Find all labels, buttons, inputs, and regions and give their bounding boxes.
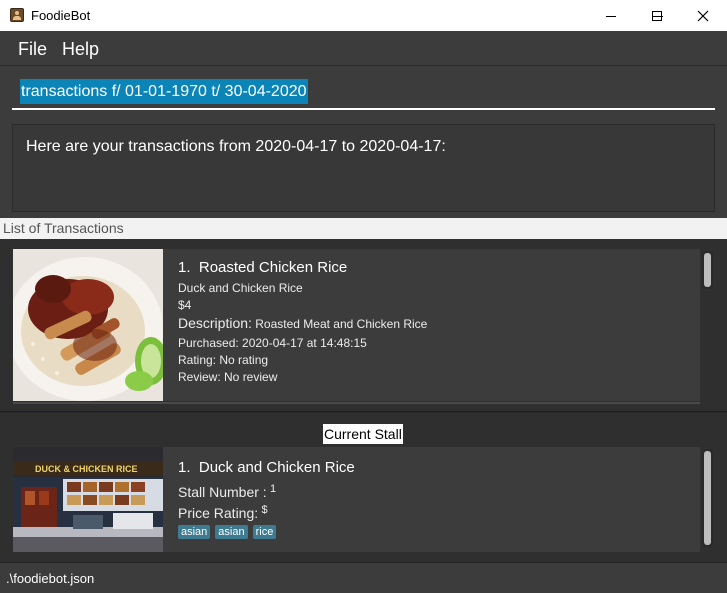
- price-rating-value: $: [261, 504, 268, 516]
- stall-scrollbar[interactable]: [702, 449, 713, 547]
- stall-card[interactable]: DUCK & CHICKEN RICE 1. Duck and Chicken …: [13, 447, 700, 552]
- svg-text:DUCK & CHICKEN RICE: DUCK & CHICKEN RICE: [35, 464, 138, 474]
- transaction-description: Description: Roasted Meat and Chicken Ri…: [178, 315, 427, 331]
- transaction-price: $4: [178, 298, 192, 312]
- stall-number-value: 1: [270, 483, 277, 495]
- window-title: FoodieBot: [31, 8, 91, 23]
- stall-name-text: Duck and Chicken Rice: [198, 459, 355, 476]
- data-file-path: .\foodiebot.json: [6, 571, 95, 586]
- app-icon: [10, 8, 24, 22]
- tag: asian: [178, 525, 211, 539]
- transaction-stall: Duck and Chicken Rice: [178, 281, 303, 295]
- menu-bar: File Help: [0, 31, 727, 66]
- stall-scroll-thumb[interactable]: [704, 451, 711, 545]
- stall-photo: DUCK & CHICKEN RICE: [13, 447, 163, 552]
- stall-name: 1. Duck and Chicken Rice: [178, 459, 355, 476]
- minimize-icon: [606, 15, 616, 17]
- maximize-icon: [652, 10, 662, 21]
- current-stall-pane: Current Stall DUCK & CHICKEN RICE 1. Duc…: [0, 413, 727, 562]
- transaction-scroll-thumb[interactable]: [704, 253, 711, 287]
- transaction-name: 1. Roasted Chicken Rice: [178, 259, 347, 276]
- result-text: Here are your transactions from 2020-04-…: [26, 138, 446, 155]
- tag: rice: [252, 525, 277, 539]
- current-stall-header: Current Stall: [323, 424, 403, 444]
- description-value: Roasted Meat and Chicken Rice: [255, 317, 428, 331]
- close-button[interactable]: [680, 0, 726, 31]
- minimize-button-area[interactable]: [588, 0, 634, 31]
- food-photo: [13, 249, 163, 401]
- price-rating-label: Price Rating:: [178, 505, 259, 521]
- transaction-scrollbar[interactable]: [702, 251, 713, 289]
- command-text-selected[interactable]: transactions f/ 01-01-1970 t/ 30-04-2020: [20, 79, 308, 104]
- transaction-review: Review: No review: [178, 370, 278, 384]
- tag: asian: [215, 525, 248, 539]
- price-rating: Price Rating: $: [178, 504, 268, 521]
- command-pane: transactions f/ 01-01-1970 t/ 30-04-2020: [0, 66, 727, 118]
- stall-index: 1.: [178, 459, 191, 476]
- horizontal-divider: [13, 402, 700, 404]
- stall-number: Stall Number : 1: [178, 483, 276, 500]
- transaction-index: 1.: [178, 259, 191, 276]
- menu-help[interactable]: Help: [62, 39, 99, 60]
- transaction-food-name: Roasted Chicken Rice: [198, 259, 348, 276]
- result-display[interactable]: Here are your transactions from 2020-04-…: [12, 124, 715, 212]
- command-input[interactable]: transactions f/ 01-01-1970 t/ 30-04-2020: [12, 76, 715, 110]
- list-header: List of Transactions: [0, 218, 727, 239]
- description-label: Description:: [178, 315, 252, 331]
- transaction-purchased: Purchased: 2020-04-17 at 14:48:15: [178, 336, 367, 350]
- result-pane: Here are your transactions from 2020-04-…: [0, 118, 727, 218]
- stall-number-label: Stall Number :: [178, 484, 267, 500]
- status-bar: .\foodiebot.json: [0, 562, 727, 593]
- transaction-list[interactable]: 1. Roasted Chicken Rice Duck and Chicken…: [0, 239, 727, 412]
- transaction-rating: Rating: No rating: [178, 353, 269, 367]
- transaction-card[interactable]: 1. Roasted Chicken Rice Duck and Chicken…: [13, 249, 700, 401]
- close-icon: [697, 10, 709, 21]
- menu-file[interactable]: File: [18, 39, 47, 60]
- stall-tags: asian asian rice: [178, 524, 281, 539]
- maximize-button[interactable]: [634, 0, 680, 31]
